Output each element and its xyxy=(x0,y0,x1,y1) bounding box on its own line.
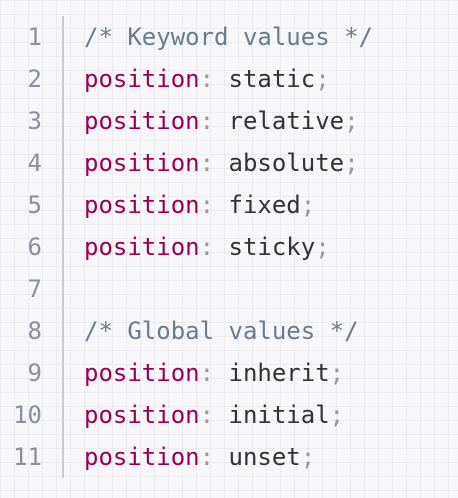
semicolon: ; xyxy=(300,443,316,471)
property-value: static xyxy=(214,65,316,93)
colon: : xyxy=(199,107,215,135)
line-number: 10 xyxy=(13,401,42,429)
comment: /* Keyword values */ xyxy=(84,23,373,51)
property-value: sticky xyxy=(214,233,316,261)
line-number: 7 xyxy=(27,275,42,303)
code-line-2: 2 position: static; xyxy=(0,58,458,100)
property-name: position xyxy=(84,401,200,429)
code-line-9: 9 position: inherit; xyxy=(0,352,458,394)
code-line-5: 5 position: fixed; xyxy=(0,184,458,226)
colon: : xyxy=(199,233,215,261)
property-value: fixed xyxy=(214,191,301,219)
property-value: absolute xyxy=(214,149,345,177)
line-number: 1 xyxy=(27,23,42,51)
property-name: position xyxy=(84,359,200,387)
line-number: 3 xyxy=(27,107,42,135)
line-number: 5 xyxy=(27,191,42,219)
property-name: position xyxy=(84,65,200,93)
line-number: 2 xyxy=(27,65,42,93)
semicolon: ; xyxy=(329,359,345,387)
colon: : xyxy=(199,443,215,471)
colon: : xyxy=(199,149,215,177)
line-number: 11 xyxy=(13,443,42,471)
property-name: position xyxy=(84,149,200,177)
code-line-7: 7 xyxy=(0,268,458,310)
colon: : xyxy=(199,359,215,387)
property-value: initial xyxy=(214,401,330,429)
code-editor: 1 /* Keyword values */ 2 position: static;… xyxy=(0,16,458,478)
code-line-3: 3 position: relative; xyxy=(0,100,458,142)
code-line-1: 1 /* Keyword values */ xyxy=(0,16,458,58)
code-line-8: 8 /* Global values */ xyxy=(0,310,458,352)
semicolon: ; xyxy=(344,149,359,177)
semicolon: ; xyxy=(315,65,330,93)
colon: : xyxy=(199,191,215,219)
line-number: 4 xyxy=(27,149,42,177)
code-line-11: 11 position: unset; xyxy=(0,436,458,478)
line-number: 8 xyxy=(27,317,42,345)
semicolon: ; xyxy=(300,191,316,219)
colon: : xyxy=(199,401,215,429)
semicolon: ; xyxy=(344,107,359,135)
comment: /* Global values */ xyxy=(84,317,359,345)
colon: : xyxy=(199,65,215,93)
line-number: 6 xyxy=(27,233,42,261)
property-name: position xyxy=(84,191,200,219)
semicolon: ; xyxy=(329,401,345,429)
property-name: position xyxy=(84,107,200,135)
line-number: 9 xyxy=(27,359,42,387)
property-value: relative xyxy=(214,107,345,135)
code-line-10: 10 position: initial; xyxy=(0,394,458,436)
semicolon: ; xyxy=(315,233,330,261)
property-value: inherit xyxy=(214,359,330,387)
property-name: position xyxy=(84,233,200,261)
code-line-6: 6 position: sticky; xyxy=(0,226,458,268)
property-name: position xyxy=(84,443,200,471)
code-line-4: 4 position: absolute; xyxy=(0,142,458,184)
property-value: unset xyxy=(214,443,301,471)
